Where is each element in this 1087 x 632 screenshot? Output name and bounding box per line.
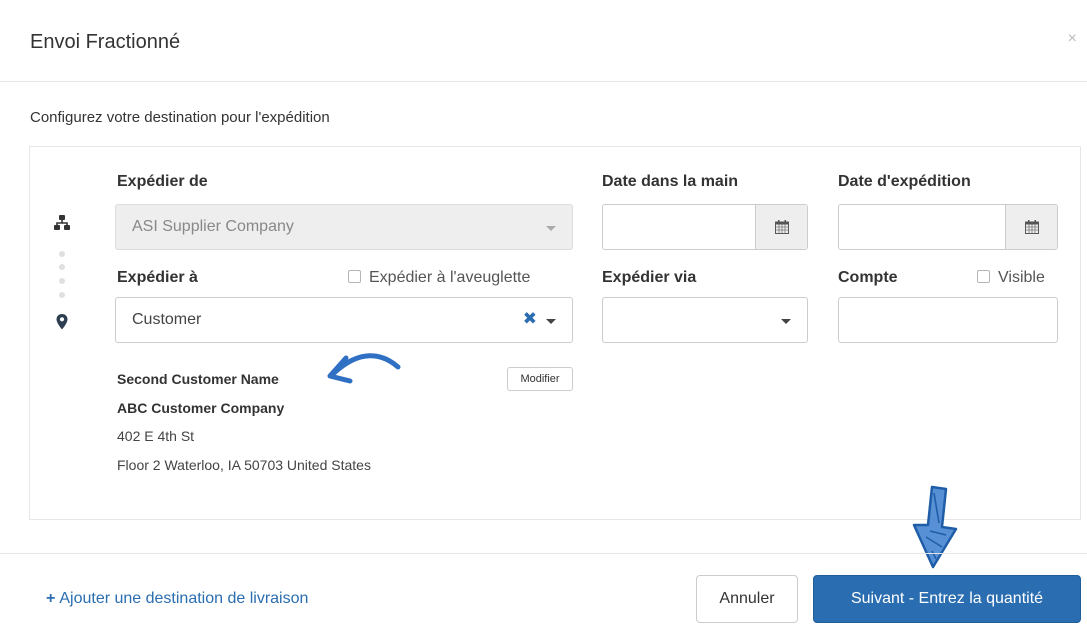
annotation-curved-arrow	[327, 353, 401, 384]
ship-date-label: Date d'expédition	[838, 173, 971, 190]
map-marker-icon	[56, 314, 68, 330]
clear-icon[interactable]: ✖	[523, 309, 537, 329]
ship-via-label: Expédier via	[602, 269, 697, 286]
ship-to-value: Customer	[132, 311, 202, 328]
cancel-button[interactable]: Annuler	[696, 575, 798, 623]
visible-checkbox-box[interactable]	[977, 270, 990, 283]
modify-address-button[interactable]: Modifier	[507, 367, 573, 391]
chevron-down-icon[interactable]	[546, 319, 556, 324]
step-dot	[59, 264, 65, 270]
annotation-down-arrow	[912, 485, 958, 569]
blind-ship-checkbox[interactable]: Expédier à l'aveuglette	[348, 269, 530, 287]
ship-to-label: Expédier à	[117, 269, 198, 286]
ship-from-value: ASI Supplier Company	[132, 218, 294, 235]
address-company: ABC Customer Company	[117, 400, 285, 416]
address-name: Second Customer Name	[117, 371, 279, 387]
blind-ship-checkbox-box[interactable]	[348, 270, 361, 283]
visible-label: Visible	[998, 269, 1045, 286]
ship-from-select: ASI Supplier Company	[115, 204, 573, 250]
step-dot	[59, 292, 65, 298]
ship-date-input[interactable]	[838, 204, 1058, 250]
account-input[interactable]	[838, 297, 1058, 343]
sitemap-icon	[54, 215, 70, 230]
plus-icon: +	[46, 590, 56, 607]
step-dot	[59, 251, 65, 257]
close-icon[interactable]: ×	[1068, 30, 1077, 48]
add-destination-label: Ajouter une destination de livraison	[59, 590, 309, 607]
calendar-icon	[775, 220, 789, 234]
in-hands-date-calendar-button[interactable]	[755, 205, 807, 249]
ship-via-select[interactable]	[602, 297, 808, 343]
address-line1: 402 E 4th St	[117, 428, 195, 444]
modal-title: Envoi Fractionné	[30, 31, 181, 53]
add-destination-link[interactable]: + Ajouter une destination de livraison	[46, 590, 308, 608]
address-line2: Floor 2 Waterloo, IA 50703 United States	[117, 457, 371, 473]
calendar-icon	[1025, 220, 1039, 234]
footer-divider	[0, 553, 1087, 554]
in-hands-date-label: Date dans la main	[602, 173, 739, 190]
chevron-down-icon	[546, 226, 556, 231]
blind-ship-label: Expédier à l'aveuglette	[369, 269, 531, 286]
account-label: Compte	[838, 269, 898, 286]
modal-header: Envoi Fractionné ×	[0, 0, 1087, 82]
next-enter-quantity-button[interactable]: Suivant - Entrez la quantité	[813, 575, 1081, 623]
step-dot	[59, 278, 65, 284]
ship-to-select[interactable]: Customer ✖	[115, 297, 573, 343]
ship-date-calendar-button[interactable]	[1005, 205, 1057, 249]
chevron-down-icon[interactable]	[781, 319, 791, 324]
modal-subtitle: Configurez votre destination pour l'expé…	[30, 109, 330, 126]
ship-from-label: Expédier de	[117, 173, 208, 190]
in-hands-date-input[interactable]	[602, 204, 808, 250]
visible-checkbox[interactable]: Visible	[977, 269, 1045, 287]
